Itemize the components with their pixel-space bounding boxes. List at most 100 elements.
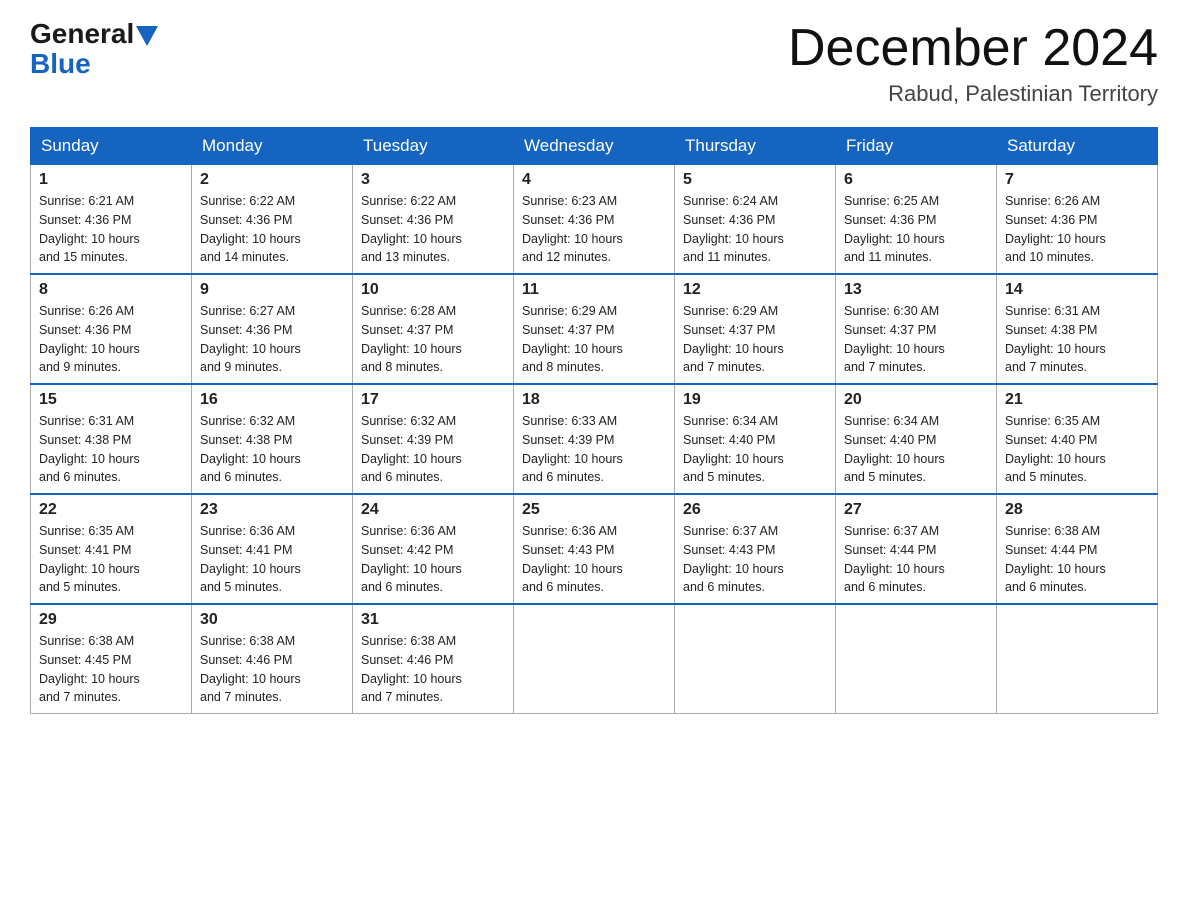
- day-number: 14: [1005, 281, 1149, 299]
- calendar-cell: 28 Sunrise: 6:38 AMSunset: 4:44 PMDaylig…: [997, 494, 1158, 604]
- day-info: Sunrise: 6:31 AMSunset: 4:38 PMDaylight:…: [1005, 304, 1106, 374]
- logo: General Blue: [30, 20, 158, 80]
- calendar-cell: 11 Sunrise: 6:29 AMSunset: 4:37 PMDaylig…: [514, 274, 675, 384]
- day-info: Sunrise: 6:22 AMSunset: 4:36 PMDaylight:…: [361, 194, 462, 264]
- day-number: 9: [200, 281, 344, 299]
- col-header-thursday: Thursday: [675, 128, 836, 165]
- day-number: 11: [522, 281, 666, 299]
- day-info: Sunrise: 6:32 AMSunset: 4:39 PMDaylight:…: [361, 414, 462, 484]
- day-number: 19: [683, 391, 827, 409]
- day-info: Sunrise: 6:33 AMSunset: 4:39 PMDaylight:…: [522, 414, 623, 484]
- day-info: Sunrise: 6:29 AMSunset: 4:37 PMDaylight:…: [683, 304, 784, 374]
- day-info: Sunrise: 6:37 AMSunset: 4:44 PMDaylight:…: [844, 524, 945, 594]
- calendar-cell: 8 Sunrise: 6:26 AMSunset: 4:36 PMDayligh…: [31, 274, 192, 384]
- col-header-wednesday: Wednesday: [514, 128, 675, 165]
- calendar-cell: [997, 604, 1158, 714]
- day-number: 13: [844, 281, 988, 299]
- day-info: Sunrise: 6:35 AMSunset: 4:40 PMDaylight:…: [1005, 414, 1106, 484]
- day-info: Sunrise: 6:26 AMSunset: 4:36 PMDaylight:…: [1005, 194, 1106, 264]
- calendar-week-row: 22 Sunrise: 6:35 AMSunset: 4:41 PMDaylig…: [31, 494, 1158, 604]
- page-header: General Blue December 2024 Rabud, Palest…: [30, 20, 1158, 107]
- day-info: Sunrise: 6:22 AMSunset: 4:36 PMDaylight:…: [200, 194, 301, 264]
- calendar-cell: [675, 604, 836, 714]
- calendar-cell: 2 Sunrise: 6:22 AMSunset: 4:36 PMDayligh…: [192, 165, 353, 275]
- calendar-cell: 15 Sunrise: 6:31 AMSunset: 4:38 PMDaylig…: [31, 384, 192, 494]
- calendar-cell: 4 Sunrise: 6:23 AMSunset: 4:36 PMDayligh…: [514, 165, 675, 275]
- calendar-cell: 17 Sunrise: 6:32 AMSunset: 4:39 PMDaylig…: [353, 384, 514, 494]
- day-number: 10: [361, 281, 505, 299]
- logo-arrow-icon: [136, 26, 158, 46]
- calendar-cell: 31 Sunrise: 6:38 AMSunset: 4:46 PMDaylig…: [353, 604, 514, 714]
- calendar-cell: 10 Sunrise: 6:28 AMSunset: 4:37 PMDaylig…: [353, 274, 514, 384]
- calendar-cell: 22 Sunrise: 6:35 AMSunset: 4:41 PMDaylig…: [31, 494, 192, 604]
- calendar-cell: 24 Sunrise: 6:36 AMSunset: 4:42 PMDaylig…: [353, 494, 514, 604]
- calendar-cell: 12 Sunrise: 6:29 AMSunset: 4:37 PMDaylig…: [675, 274, 836, 384]
- day-number: 29: [39, 611, 183, 629]
- col-header-friday: Friday: [836, 128, 997, 165]
- day-number: 7: [1005, 171, 1149, 189]
- day-number: 21: [1005, 391, 1149, 409]
- day-number: 15: [39, 391, 183, 409]
- calendar-cell: 1 Sunrise: 6:21 AMSunset: 4:36 PMDayligh…: [31, 165, 192, 275]
- calendar-cell: 21 Sunrise: 6:35 AMSunset: 4:40 PMDaylig…: [997, 384, 1158, 494]
- day-info: Sunrise: 6:38 AMSunset: 4:45 PMDaylight:…: [39, 634, 140, 704]
- day-info: Sunrise: 6:36 AMSunset: 4:41 PMDaylight:…: [200, 524, 301, 594]
- calendar-cell: [836, 604, 997, 714]
- day-number: 8: [39, 281, 183, 299]
- day-number: 17: [361, 391, 505, 409]
- col-header-monday: Monday: [192, 128, 353, 165]
- day-number: 2: [200, 171, 344, 189]
- day-info: Sunrise: 6:32 AMSunset: 4:38 PMDaylight:…: [200, 414, 301, 484]
- calendar-cell: 29 Sunrise: 6:38 AMSunset: 4:45 PMDaylig…: [31, 604, 192, 714]
- logo-general: General: [30, 20, 134, 48]
- calendar-cell: 23 Sunrise: 6:36 AMSunset: 4:41 PMDaylig…: [192, 494, 353, 604]
- calendar-cell: 19 Sunrise: 6:34 AMSunset: 4:40 PMDaylig…: [675, 384, 836, 494]
- day-number: 12: [683, 281, 827, 299]
- day-number: 18: [522, 391, 666, 409]
- day-info: Sunrise: 6:25 AMSunset: 4:36 PMDaylight:…: [844, 194, 945, 264]
- day-info: Sunrise: 6:36 AMSunset: 4:43 PMDaylight:…: [522, 524, 623, 594]
- month-title: December 2024: [788, 20, 1158, 77]
- calendar-cell: 20 Sunrise: 6:34 AMSunset: 4:40 PMDaylig…: [836, 384, 997, 494]
- calendar-cell: 13 Sunrise: 6:30 AMSunset: 4:37 PMDaylig…: [836, 274, 997, 384]
- col-header-sunday: Sunday: [31, 128, 192, 165]
- day-number: 24: [361, 501, 505, 519]
- col-header-saturday: Saturday: [997, 128, 1158, 165]
- day-info: Sunrise: 6:38 AMSunset: 4:46 PMDaylight:…: [361, 634, 462, 704]
- day-number: 25: [522, 501, 666, 519]
- calendar-week-row: 29 Sunrise: 6:38 AMSunset: 4:45 PMDaylig…: [31, 604, 1158, 714]
- day-info: Sunrise: 6:37 AMSunset: 4:43 PMDaylight:…: [683, 524, 784, 594]
- calendar-cell: 7 Sunrise: 6:26 AMSunset: 4:36 PMDayligh…: [997, 165, 1158, 275]
- calendar-week-row: 15 Sunrise: 6:31 AMSunset: 4:38 PMDaylig…: [31, 384, 1158, 494]
- calendar-cell: 26 Sunrise: 6:37 AMSunset: 4:43 PMDaylig…: [675, 494, 836, 604]
- calendar-cell: 27 Sunrise: 6:37 AMSunset: 4:44 PMDaylig…: [836, 494, 997, 604]
- day-info: Sunrise: 6:31 AMSunset: 4:38 PMDaylight:…: [39, 414, 140, 484]
- calendar-table: SundayMondayTuesdayWednesdayThursdayFrid…: [30, 127, 1158, 714]
- day-number: 27: [844, 501, 988, 519]
- calendar-cell: 18 Sunrise: 6:33 AMSunset: 4:39 PMDaylig…: [514, 384, 675, 494]
- day-number: 22: [39, 501, 183, 519]
- calendar-week-row: 1 Sunrise: 6:21 AMSunset: 4:36 PMDayligh…: [31, 165, 1158, 275]
- day-info: Sunrise: 6:38 AMSunset: 4:44 PMDaylight:…: [1005, 524, 1106, 594]
- day-info: Sunrise: 6:29 AMSunset: 4:37 PMDaylight:…: [522, 304, 623, 374]
- day-number: 16: [200, 391, 344, 409]
- day-info: Sunrise: 6:23 AMSunset: 4:36 PMDaylight:…: [522, 194, 623, 264]
- day-number: 1: [39, 171, 183, 189]
- calendar-cell: [514, 604, 675, 714]
- col-header-tuesday: Tuesday: [353, 128, 514, 165]
- day-info: Sunrise: 6:34 AMSunset: 4:40 PMDaylight:…: [844, 414, 945, 484]
- day-info: Sunrise: 6:38 AMSunset: 4:46 PMDaylight:…: [200, 634, 301, 704]
- day-info: Sunrise: 6:27 AMSunset: 4:36 PMDaylight:…: [200, 304, 301, 374]
- location-title: Rabud, Palestinian Territory: [788, 81, 1158, 107]
- day-number: 31: [361, 611, 505, 629]
- calendar-cell: 16 Sunrise: 6:32 AMSunset: 4:38 PMDaylig…: [192, 384, 353, 494]
- day-info: Sunrise: 6:35 AMSunset: 4:41 PMDaylight:…: [39, 524, 140, 594]
- calendar-week-row: 8 Sunrise: 6:26 AMSunset: 4:36 PMDayligh…: [31, 274, 1158, 384]
- day-number: 6: [844, 171, 988, 189]
- day-number: 23: [200, 501, 344, 519]
- day-number: 20: [844, 391, 988, 409]
- day-info: Sunrise: 6:30 AMSunset: 4:37 PMDaylight:…: [844, 304, 945, 374]
- day-info: Sunrise: 6:34 AMSunset: 4:40 PMDaylight:…: [683, 414, 784, 484]
- title-block: December 2024 Rabud, Palestinian Territo…: [788, 20, 1158, 107]
- day-number: 5: [683, 171, 827, 189]
